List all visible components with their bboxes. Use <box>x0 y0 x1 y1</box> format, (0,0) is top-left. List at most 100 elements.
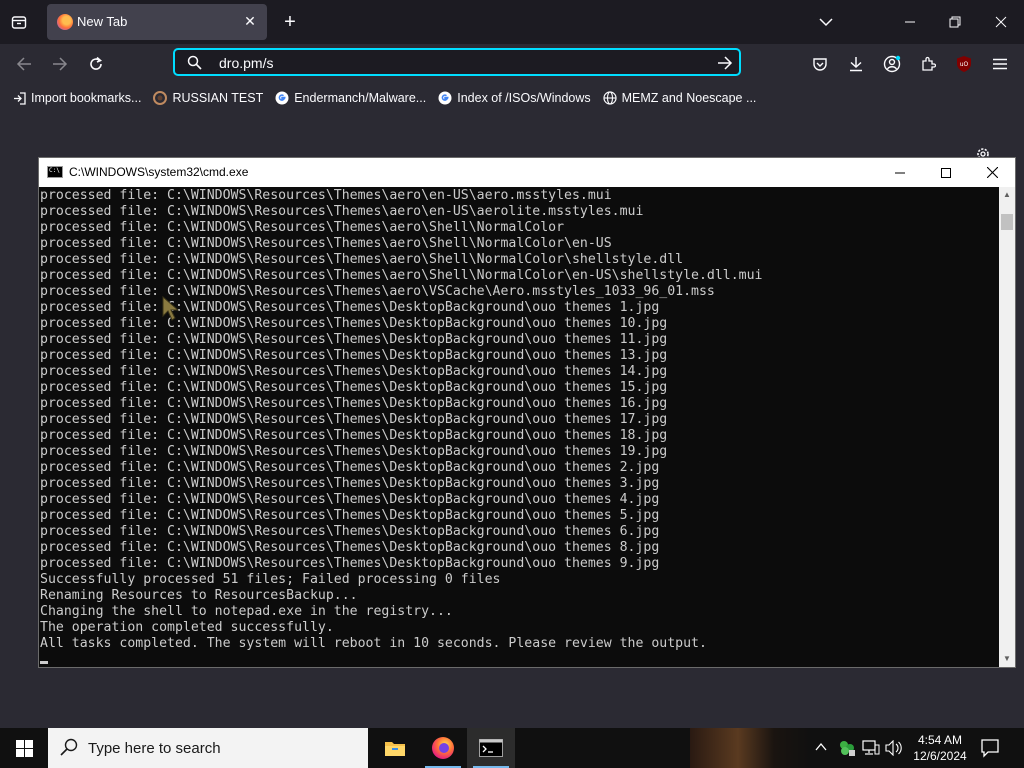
google-icon <box>438 91 452 105</box>
console-line: processed file: C:\WINDOWS\Resources\The… <box>40 556 660 571</box>
bookmark-index-isos-windows[interactable]: Index of /ISOs/Windows <box>438 91 591 105</box>
console-line: processed file: C:\WINDOWS\Resources\The… <box>40 412 668 427</box>
taskbar-file-explorer[interactable] <box>371 728 419 768</box>
console-line: Successfully processed 51 files; Failed … <box>40 572 501 587</box>
terminal-icon <box>479 739 503 757</box>
bookmark-russian-test[interactable]: RUSSIAN TEST <box>153 91 263 105</box>
clock-time: 4:54 AM <box>917 733 963 747</box>
new-tab-button[interactable]: + <box>280 11 300 33</box>
console-line: processed file: C:\WINDOWS\Resources\The… <box>40 444 668 459</box>
extensions-icon[interactable] <box>918 54 938 74</box>
tab-title: New Tab <box>77 14 128 29</box>
menu-icon[interactable] <box>990 54 1010 74</box>
taskbar-clock[interactable]: 4:54 AM 12/6/2024 <box>912 732 968 764</box>
cmd-minimize-button[interactable] <box>877 158 923 187</box>
console-line: processed file: C:\WINDOWS\Resources\The… <box>40 220 565 235</box>
console-line: processed file: C:\WINDOWS\Resources\The… <box>40 476 660 491</box>
scroll-up-icon[interactable]: ▲ <box>999 187 1015 203</box>
taskbar-search-box[interactable]: Type here to search <box>48 728 368 768</box>
console-line: processed file: C:\WINDOWS\Resources\The… <box>40 236 612 251</box>
go-arrow-icon[interactable] <box>717 53 733 76</box>
console-line: processed file: C:\WINDOWS\Resources\The… <box>40 348 668 363</box>
console-line: processed file: C:\WINDOWS\Resources\The… <box>40 188 612 203</box>
show-hidden-icons-icon[interactable] <box>814 740 828 759</box>
cmd-close-button[interactable] <box>969 158 1015 187</box>
console-line: processed file: C:\WINDOWS\Resources\The… <box>40 268 763 283</box>
forward-icon[interactable] <box>50 54 70 74</box>
desktop-wallpaper-peek <box>690 728 810 768</box>
firefox-icon <box>432 737 454 759</box>
console-lines: processed file: C:\WINDOWS\Resources\The… <box>40 188 763 652</box>
cmd-app-icon <box>47 166 63 178</box>
console-line: processed file: C:\WINDOWS\Resources\The… <box>40 316 668 331</box>
console-line: All tasks completed. The system will reb… <box>40 636 707 651</box>
bookmark-endermanch-malware[interactable]: Endermanch/Malware... <box>275 91 426 105</box>
console-line: Renaming Resources to ResourcesBackup... <box>40 588 358 603</box>
search-icon <box>60 738 78 763</box>
cmd-window[interactable]: C:\WINDOWS\system32\cmd.exe processed fi… <box>38 157 1016 668</box>
cmd-title-bar[interactable]: C:\WINDOWS\system32\cmd.exe <box>39 158 1015 187</box>
tray-app-icon[interactable] <box>838 739 856 762</box>
address-text[interactable]: dro.pm/s <box>219 55 273 71</box>
clock-date: 12/6/2024 <box>913 749 967 763</box>
folder-icon <box>385 742 405 756</box>
account-icon[interactable] <box>882 54 902 74</box>
console-line: processed file: C:\WINDOWS\Resources\The… <box>40 300 660 315</box>
console-line: processed file: C:\WINDOWS\Resources\The… <box>40 364 668 379</box>
console-line: processed file: C:\WINDOWS\Resources\The… <box>40 380 668 395</box>
start-button[interactable] <box>0 728 48 768</box>
console-line: processed file: C:\WINDOWS\Resources\The… <box>40 284 715 299</box>
site-icon <box>153 91 168 105</box>
globe-icon <box>603 91 617 105</box>
scroll-thumb[interactable] <box>1001 214 1013 230</box>
ublock-origin-icon[interactable]: uO <box>954 54 974 74</box>
bookmark-label: Import bookmarks... <box>31 91 142 105</box>
navigation-toolbar: dro.pm/s uO <box>0 44 1024 84</box>
tab-new-tab[interactable]: New Tab ✕ <box>47 4 267 40</box>
close-tab-icon[interactable]: ✕ <box>241 12 259 30</box>
console-line: Changing the shell to notepad.exe in the… <box>40 604 453 619</box>
svg-text:uO: uO <box>960 61 969 68</box>
firefox-icon <box>57 14 73 30</box>
cmd-maximize-button[interactable] <box>923 158 969 187</box>
taskbar-firefox[interactable] <box>419 728 467 768</box>
reload-icon[interactable] <box>86 54 106 74</box>
console-line: processed file: C:\WINDOWS\Resources\The… <box>40 396 668 411</box>
close-browser-icon[interactable] <box>991 12 1011 32</box>
taskbar-command-prompt[interactable] <box>467 728 515 768</box>
minimize-browser-icon[interactable] <box>900 12 920 32</box>
network-icon[interactable] <box>862 740 880 761</box>
address-bar[interactable]: dro.pm/s <box>173 48 741 76</box>
bookmark-memz-noescape[interactable]: MEMZ and Noescape ... <box>603 91 757 105</box>
console-line: The operation completed successfully. <box>40 620 334 635</box>
notification-center-icon[interactable] <box>978 736 1002 765</box>
console-line: processed file: C:\WINDOWS\Resources\The… <box>40 492 660 507</box>
mouse-pointer-icon <box>162 295 182 327</box>
bookmark-label: RUSSIAN TEST <box>172 91 264 105</box>
console-line: processed file: C:\WINDOWS\Resources\The… <box>40 204 644 219</box>
console-line: processed file: C:\WINDOWS\Resources\The… <box>40 540 660 555</box>
bookmark-label: Endermanch/Malware... <box>294 91 427 105</box>
console-line: processed file: C:\WINDOWS\Resources\The… <box>40 428 668 443</box>
restore-browser-icon[interactable] <box>945 12 965 32</box>
bookmark-label: Index of /ISOs/Windows <box>457 91 591 105</box>
bookmark-import[interactable]: Import bookmarks... <box>12 91 141 105</box>
console-line: processed file: C:\WINDOWS\Resources\The… <box>40 524 660 539</box>
volume-icon[interactable] <box>885 739 903 761</box>
console-line: processed file: C:\WINDOWS\Resources\The… <box>40 460 660 475</box>
console-line: processed file: C:\WINDOWS\Resources\The… <box>40 332 668 347</box>
tab-list-icon[interactable] <box>8 12 30 32</box>
windows-logo-icon <box>15 739 33 757</box>
back-icon[interactable] <box>14 54 34 74</box>
cmd-scrollbar[interactable]: ▲ ▼ <box>999 187 1015 667</box>
bookmark-label: MEMZ and Noescape ... <box>621 91 757 105</box>
list-all-tabs-icon[interactable] <box>816 12 836 32</box>
pocket-icon[interactable] <box>810 54 830 74</box>
windows-taskbar: Type here to search 4:54 AM 12/6/2024 <box>0 728 1024 768</box>
cmd-console-output[interactable]: processed file: C:\WINDOWS\Resources\The… <box>39 187 999 667</box>
downloads-icon[interactable] <box>846 54 866 74</box>
google-icon <box>275 91 289 105</box>
cmd-window-title: C:\WINDOWS\system32\cmd.exe <box>69 165 249 179</box>
scroll-down-icon[interactable]: ▼ <box>999 651 1015 667</box>
console-line: processed file: C:\WINDOWS\Resources\The… <box>40 252 684 267</box>
